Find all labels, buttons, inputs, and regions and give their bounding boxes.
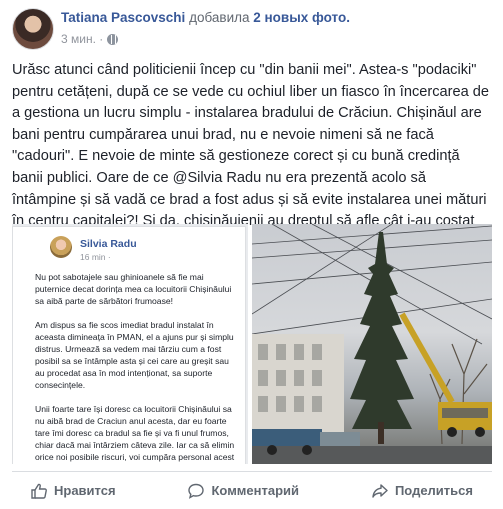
embedded-paragraph: Unii foarte tare își doresc ca locuitori… bbox=[35, 404, 235, 462]
embedded-author-name: Silvia Radu bbox=[80, 238, 137, 250]
comment-button[interactable]: Комментарий bbox=[187, 482, 299, 500]
post-meta: 3 мин. · bbox=[61, 32, 119, 46]
photo-1[interactable]: Silvia Radu 16 min · Nu pot sabotajele s… bbox=[12, 224, 248, 464]
christmas-tree-photo bbox=[252, 224, 492, 464]
embedded-paragraph: Am dispus sa fie scos imediat bradul ins… bbox=[35, 320, 234, 390]
globe-icon[interactable] bbox=[107, 33, 119, 45]
post-time[interactable]: 3 мин. · bbox=[61, 32, 103, 46]
embedded-paragraph: Nu pot sabotajele sau ghinioanele să fie… bbox=[35, 272, 232, 306]
action-bar: Нравится Комментарий Поделиться bbox=[0, 472, 503, 509]
share-arrow-icon bbox=[372, 483, 388, 498]
author-name[interactable]: Tatiana Pascovschi bbox=[61, 10, 185, 25]
embedded-post-card: Silvia Radu 16 min · Nu pot sabotajele s… bbox=[12, 226, 246, 464]
speech-bubble-icon bbox=[188, 483, 205, 499]
embedded-post-time: 16 min · bbox=[80, 252, 111, 262]
post-header: Tatiana Pascovschi добавила 2 новых фото… bbox=[61, 10, 350, 25]
embedded-post-text: Nu pot sabotajele sau ghinioanele să fie… bbox=[35, 271, 237, 464]
facebook-post: Tatiana Pascovschi добавила 2 новых фото… bbox=[0, 0, 503, 509]
embedded-avatar bbox=[50, 236, 72, 258]
share-label: Поделиться bbox=[394, 483, 473, 498]
author-avatar[interactable] bbox=[12, 8, 54, 50]
photo-2[interactable] bbox=[252, 224, 492, 464]
comment-label: Комментарий bbox=[211, 483, 300, 498]
share-button[interactable]: Поделиться bbox=[371, 482, 473, 500]
post-action: добавила bbox=[189, 10, 250, 25]
like-label: Нравится bbox=[54, 483, 116, 498]
thumbs-up-icon bbox=[31, 483, 47, 499]
photos-link[interactable]: 2 новых фото. bbox=[253, 10, 350, 25]
like-button[interactable]: Нравится bbox=[30, 482, 116, 500]
